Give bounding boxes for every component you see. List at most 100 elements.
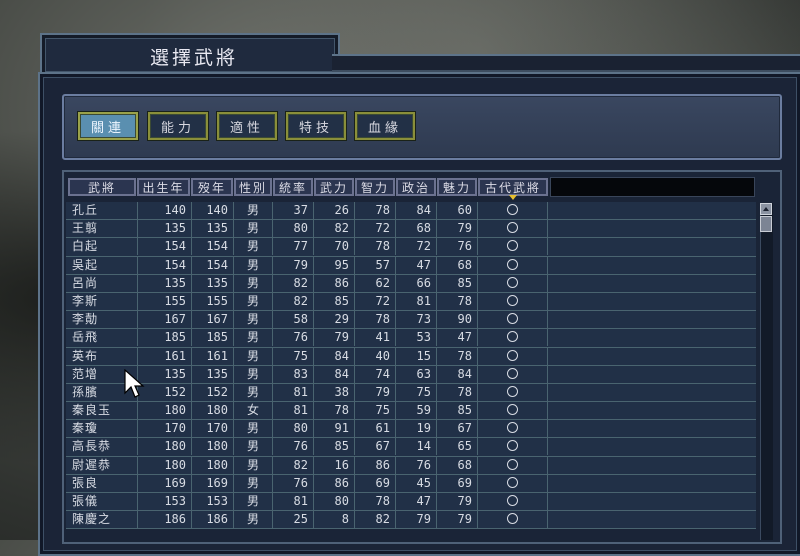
table-row[interactable]: 英布 161 161 男 75 84 40 15 78 [66, 347, 756, 366]
table-cell: 8 [314, 511, 355, 529]
table-cell: 79 [396, 511, 437, 529]
table-cell: 37 [273, 202, 314, 219]
table-cell: 69 [437, 474, 478, 492]
table-row[interactable]: 范增 135 135 男 83 84 74 63 84 [66, 365, 756, 384]
table-cell: 180 [138, 456, 192, 474]
table-row[interactable]: 孫臏 152 152 男 81 38 79 75 78 [66, 383, 756, 403]
table-row[interactable]: 李勣 167 167 男 58 29 78 73 90 [66, 311, 756, 330]
header-ancient-general[interactable]: 古代武將 [478, 178, 548, 196]
table-cell: 英布 [68, 347, 138, 365]
title-tab: 選擇武將 [40, 33, 340, 77]
table-cell: 79 [437, 220, 478, 238]
table-cell: 154 [138, 256, 192, 274]
table-cell: 82 [273, 292, 314, 310]
table-cell: 81 [273, 493, 314, 510]
ancient-general-cell [478, 365, 548, 383]
table-row[interactable]: 張儀 153 153 男 81 80 78 47 79 [66, 493, 756, 512]
scroll-up-arrow-icon[interactable] [760, 203, 772, 215]
header-death-year[interactable]: 歿年 [191, 178, 233, 196]
table-row[interactable]: 白起 154 154 男 77 70 78 72 76 [66, 238, 756, 257]
ancient-general-cell [478, 329, 548, 347]
table-cell: 男 [234, 274, 273, 292]
circle-mark-icon [507, 476, 518, 488]
table-row[interactable]: 吳起 154 154 男 79 95 57 47 68 [66, 256, 756, 275]
table-cell: 81 [396, 292, 437, 310]
table-cell: 86 [314, 474, 355, 492]
table-cell: 75 [355, 402, 396, 420]
table-row[interactable]: 尉遲恭 180 180 男 82 16 86 76 68 [66, 456, 756, 475]
table-row[interactable]: 陳慶之 186 186 男 25 8 82 79 79 [66, 511, 756, 530]
tab-relations[interactable]: 關連 [78, 112, 138, 140]
circle-mark-icon [507, 294, 518, 306]
table-row[interactable]: 岳飛 185 185 男 76 79 41 53 47 [66, 329, 756, 348]
table-cell: 76 [273, 329, 314, 347]
table-cell: 180 [138, 438, 192, 456]
table-cell: 91 [314, 420, 355, 438]
header-gender[interactable]: 性別 [234, 178, 272, 196]
table-cell: 85 [437, 274, 478, 292]
table-cell: 58 [273, 311, 314, 329]
table-row[interactable]: 呂尚 135 135 男 82 86 62 66 85 [66, 274, 756, 293]
tab-aptitude[interactable]: 適性 [217, 112, 277, 140]
table-cell: 185 [138, 329, 192, 347]
header-name[interactable]: 武將 [68, 178, 136, 196]
circle-mark-icon [507, 204, 518, 215]
table-cell: 白起 [68, 238, 138, 256]
table-cell: 135 [192, 220, 234, 238]
table-cell: 90 [437, 311, 478, 329]
table-cell: 25 [273, 511, 314, 529]
scrollbar-thumb[interactable] [760, 216, 772, 232]
header-birth-year[interactable]: 出生年 [137, 178, 190, 196]
table-cell: 41 [355, 329, 396, 347]
table-cell: 170 [192, 420, 234, 438]
header-intelligence[interactable]: 智力 [355, 178, 395, 196]
table-cell: 169 [192, 474, 234, 492]
table-cell: 83 [273, 365, 314, 383]
tab-skills[interactable]: 特技 [286, 112, 346, 140]
table-cell: 男 [234, 420, 273, 438]
table-cell: 79 [314, 329, 355, 347]
table-cell: 陳慶之 [68, 511, 138, 529]
table-cell: 84 [437, 365, 478, 383]
header-charisma[interactable]: 魅力 [437, 178, 477, 196]
table-cell: 男 [234, 365, 273, 383]
table-cell: 79 [355, 383, 396, 401]
table-row[interactable]: 王翦 135 135 男 80 82 72 68 79 [66, 220, 756, 239]
table-cell: 82 [273, 274, 314, 292]
table-row[interactable]: 高長恭 180 180 男 76 85 67 14 65 [66, 438, 756, 457]
table-cell: 180 [192, 438, 234, 456]
table-cell: 男 [234, 220, 273, 238]
tab-ability[interactable]: 能力 [148, 112, 208, 140]
ancient-general-cell [478, 202, 548, 219]
table-cell: 86 [355, 456, 396, 474]
circle-mark-icon [507, 313, 518, 325]
table-cell: 47 [437, 329, 478, 347]
table-row[interactable]: 孔丘 140 140 男 37 26 78 84 60 [66, 202, 756, 221]
table-row[interactable]: 秦良玉 180 180 女 81 78 75 59 85 [66, 402, 756, 421]
ancient-general-cell [478, 474, 548, 492]
table-cell: 84 [314, 365, 355, 383]
table-cell: 135 [192, 365, 234, 383]
table-row[interactable]: 秦瓊 170 170 男 80 91 61 19 67 [66, 420, 756, 439]
table-cell: 呂尚 [68, 274, 138, 292]
table-row[interactable]: 李斯 155 155 男 82 85 72 81 78 [66, 292, 756, 312]
header-war[interactable]: 武力 [314, 178, 354, 196]
circle-mark-icon [507, 385, 518, 397]
table-cell: 82 [314, 220, 355, 238]
table-cell: 180 [192, 402, 234, 420]
scrollbar-track[interactable] [760, 203, 773, 540]
header-politics[interactable]: 政治 [396, 178, 436, 196]
sort-arrow-icon [509, 195, 517, 200]
table-cell: 高長恭 [68, 438, 138, 456]
table-cell: 47 [396, 256, 437, 274]
table-row[interactable]: 張良 169 169 男 76 86 69 45 69 [66, 474, 756, 493]
table-cell: 秦良玉 [68, 402, 138, 420]
header-leadership[interactable]: 統率 [273, 178, 313, 196]
table-cell: 孔丘 [68, 202, 138, 219]
table-cell: 14 [396, 438, 437, 456]
table-cell: 154 [192, 256, 234, 274]
tab-bloodline[interactable]: 血緣 [355, 112, 415, 140]
table-cell: 38 [314, 383, 355, 401]
table-cell: 45 [396, 474, 437, 492]
table-cell: 62 [355, 274, 396, 292]
